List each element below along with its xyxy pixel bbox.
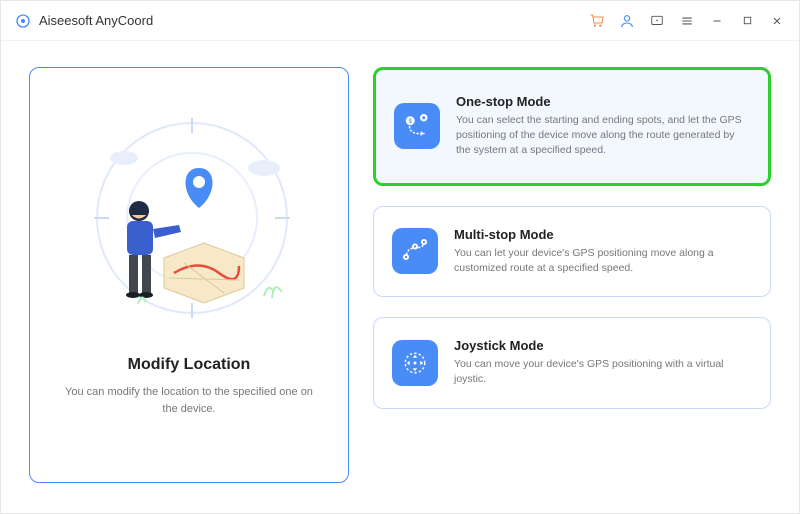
user-icon[interactable]	[619, 13, 635, 29]
app-logo-icon	[15, 13, 31, 29]
cart-icon[interactable]	[589, 13, 605, 29]
modify-location-title: Modify Location	[128, 356, 251, 374]
joystick-mode-icon	[392, 340, 438, 386]
menu-icon[interactable]	[679, 13, 695, 29]
joystick-mode-desc: You can move your device's GPS positioni…	[454, 357, 752, 387]
multi-stop-mode-title: Multi-stop Mode	[454, 227, 752, 242]
multi-stop-mode-card[interactable]: Multi-stop Mode You can let your device'…	[373, 206, 771, 297]
joystick-mode-text: Joystick Mode You can move your device's…	[454, 338, 752, 387]
modify-location-desc: You can modify the location to the speci…	[59, 384, 319, 417]
one-stop-mode-text: One-stop Mode You can select the startin…	[456, 94, 750, 159]
app-title: Aiseesoft AnyCoord	[39, 13, 153, 28]
one-stop-mode-title: One-stop Mode	[456, 94, 750, 109]
maximize-button[interactable]	[739, 13, 755, 29]
content-area: Modify Location You can modify the locat…	[1, 41, 799, 513]
titlebar: Aiseesoft AnyCoord	[1, 1, 799, 41]
multi-stop-mode-desc: You can let your device's GPS positionin…	[454, 246, 752, 276]
one-stop-mode-card[interactable]: $ One-stop Mode You can select the start…	[373, 67, 771, 186]
one-stop-mode-icon: $	[394, 103, 440, 149]
titlebar-left: Aiseesoft AnyCoord	[15, 13, 153, 29]
feedback-icon[interactable]	[649, 13, 665, 29]
modify-location-illustration	[64, 98, 314, 348]
joystick-mode-card[interactable]: Joystick Mode You can move your device's…	[373, 317, 771, 408]
multi-stop-mode-text: Multi-stop Mode You can let your device'…	[454, 227, 752, 276]
app-window: Aiseesoft AnyCoord	[0, 0, 800, 514]
modes-panel: $ One-stop Mode You can select the start…	[373, 67, 771, 483]
close-button[interactable]	[769, 13, 785, 29]
modify-location-card[interactable]: Modify Location You can modify the locat…	[29, 67, 349, 483]
joystick-mode-title: Joystick Mode	[454, 338, 752, 353]
minimize-button[interactable]	[709, 13, 725, 29]
multi-stop-mode-icon	[392, 228, 438, 274]
one-stop-mode-desc: You can select the starting and ending s…	[456, 113, 750, 159]
titlebar-right	[589, 13, 785, 29]
